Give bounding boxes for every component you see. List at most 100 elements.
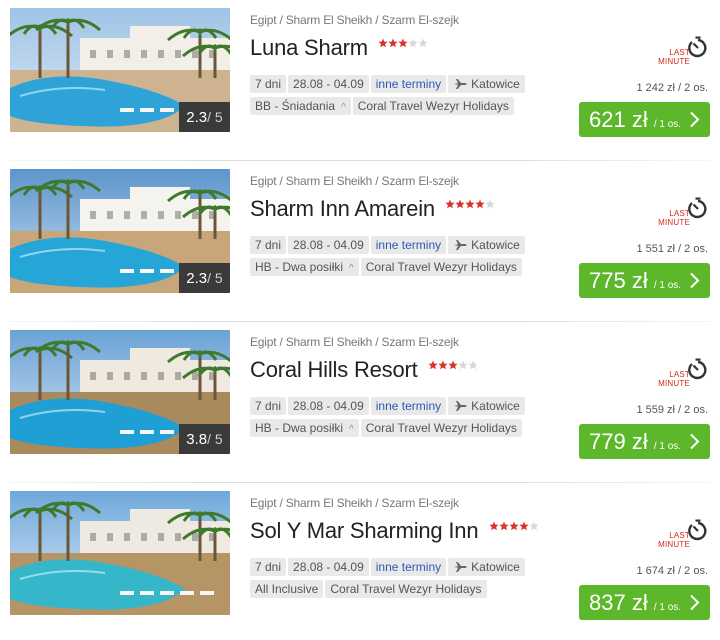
star-icon [428,360,438,370]
chevron-right-icon [690,272,700,289]
departure-text: Katowice [471,560,520,574]
star-icon [529,521,539,531]
rating-value: 3.8 [186,431,208,448]
price-button[interactable]: 775 zł / 1 os. [579,263,710,298]
other-dates-link[interactable]: inne terminy [370,236,447,254]
hotel-photo[interactable]: 2.3/ 5 [10,169,230,293]
hotel-name[interactable]: Luna Sharm [250,35,368,60]
price-button[interactable]: 621 zł / 1 os. [579,102,710,137]
star-icon [468,360,478,370]
board-chip[interactable]: All Inclusive [250,580,324,598]
other-dates-link[interactable]: inne terminy [370,558,447,576]
star-icon [398,38,408,48]
board-text: BB - Śniadania [255,99,336,113]
departure-text: Katowice [471,399,520,413]
hotel-name-row: Sharm Inn Amarein [250,196,495,226]
stopwatch-icon [688,36,707,58]
price-per-person: 621 zł [589,107,648,132]
operator-chip: Coral Travel Wezyr Holidays [360,419,522,437]
breadcrumb[interactable]: Egipt / Sharm El Sheikh / Szarm El-szejk [250,174,459,188]
rating-badge: 2.3/ 5 [179,102,230,132]
hotel-name[interactable]: Coral Hills Resort [250,357,418,382]
hotel-photo[interactable]: 3.8/ 5 [10,330,230,454]
star-icon [378,38,388,48]
trip-details: 7 dni 28.08 - 04.09 inne terminy Katowice [250,558,527,576]
star-icon [445,199,455,209]
star-icon [418,38,428,48]
chevron-up-icon: ^ [349,424,354,435]
price-per-person: 775 zł [589,268,648,293]
last-minute-line-1: LAST [669,48,690,57]
breadcrumb[interactable]: Egipt / Sharm El Sheikh / Szarm El-szejk [250,13,459,27]
star-rating [445,196,495,214]
rating-scale: / 5 [207,109,223,125]
plane-icon [454,562,467,572]
departure-text: Katowice [471,77,520,91]
last-minute-badge: LAST MINUTE [658,34,708,70]
board-chip[interactable]: BB - Śniadania ^ [250,97,351,115]
chevron-right-icon [690,594,700,611]
duration-chip: 7 dni [250,558,287,576]
other-dates-link[interactable]: inne terminy [370,75,447,93]
star-icon [519,521,529,531]
rating-scale: / 5 [207,431,223,447]
last-minute-line-2: MINUTE [658,379,690,388]
last-minute-line-2: MINUTE [658,540,690,549]
last-minute-label: LAST MINUTE [658,531,690,549]
last-minute-badge: LAST MINUTE [658,195,708,231]
star-icon [458,360,468,370]
star-rating [489,518,539,536]
price-button[interactable]: 837 zł / 1 os. [579,585,710,620]
duration-chip: 7 dni [250,236,287,254]
offer-card[interactable]: 2.3/ 5 Egipt / Sharm El Sheikh / Szarm E… [0,161,720,322]
breadcrumb[interactable]: Egipt / Sharm El Sheikh / Szarm El-szejk [250,496,459,510]
board-chip[interactable]: HB - Dwa posiłki ^ [250,258,359,276]
last-minute-badge: LAST MINUTE [658,517,708,553]
dates-text: 28.08 - 04.09 [293,77,364,91]
last-minute-line-1: LAST [669,531,690,540]
hotel-name-row: Luna Sharm [250,35,428,65]
star-icon [489,521,499,531]
star-icon [388,38,398,48]
board-details: HB - Dwa posiłki ^ Coral Travel Wezyr Holi… [250,419,524,437]
last-minute-label: LAST MINUTE [658,370,690,388]
trip-details: 7 dni 28.08 - 04.09 inne terminy Katowice [250,75,527,93]
last-minute-line-1: LAST [669,370,690,379]
offer-card[interactable]: Egipt / Sharm El Sheikh / Szarm El-szejk… [0,483,720,640]
offer-card[interactable]: 2.3/ 5 Egipt / Sharm El Sheikh / Szarm E… [0,0,720,161]
last-minute-line-2: MINUTE [658,218,690,227]
hotel-name-row: Sol Y Mar Sharming Inn [250,518,539,548]
rating-badge: 2.3/ 5 [179,263,230,293]
offer-list: 2.3/ 5 Egipt / Sharm El Sheikh / Szarm E… [0,0,720,640]
star-icon [509,521,519,531]
hotel-name[interactable]: Sharm Inn Amarein [250,196,435,221]
rating-value: 2.3 [186,270,208,287]
departure-chip: Katowice [448,75,525,93]
last-minute-line-1: LAST [669,209,690,218]
departure-chip: Katowice [448,236,525,254]
breadcrumb[interactable]: Egipt / Sharm El Sheikh / Szarm El-szejk [250,335,459,349]
chevron-up-icon: ^ [349,263,354,274]
price-per-label: / 1 os. [653,280,682,291]
price-button[interactable]: 779 zł / 1 os. [579,424,710,459]
other-dates-link[interactable]: inne terminy [370,397,447,415]
star-icon [465,199,475,209]
hotel-name[interactable]: Sol Y Mar Sharming Inn [250,518,479,543]
board-details: All Inclusive Coral Travel Wezyr Holidays [250,580,489,598]
board-details: HB - Dwa posiłki ^ Coral Travel Wezyr Holi… [250,258,524,276]
plane-icon [454,401,467,411]
stopwatch-icon [688,197,707,219]
price-per-label: / 1 os. [653,441,682,452]
star-icon [408,38,418,48]
board-chip[interactable]: HB - Dwa posiłki ^ [250,419,359,437]
last-minute-label: LAST MINUTE [658,48,690,66]
rating-value: 2.3 [186,109,208,126]
rating-badge: 3.8/ 5 [179,424,230,454]
hotel-photo[interactable] [10,491,230,615]
total-price: 1 674 zł / 2 os. [636,565,708,577]
chevron-up-icon: ^ [341,102,346,113]
hotel-photo[interactable]: 2.3/ 5 [10,8,230,132]
offer-card[interactable]: 3.8/ 5 Egipt / Sharm El Sheikh / Szarm E… [0,322,720,483]
departure-text: Katowice [471,238,520,252]
total-price: 1 242 zł / 2 os. [636,82,708,94]
